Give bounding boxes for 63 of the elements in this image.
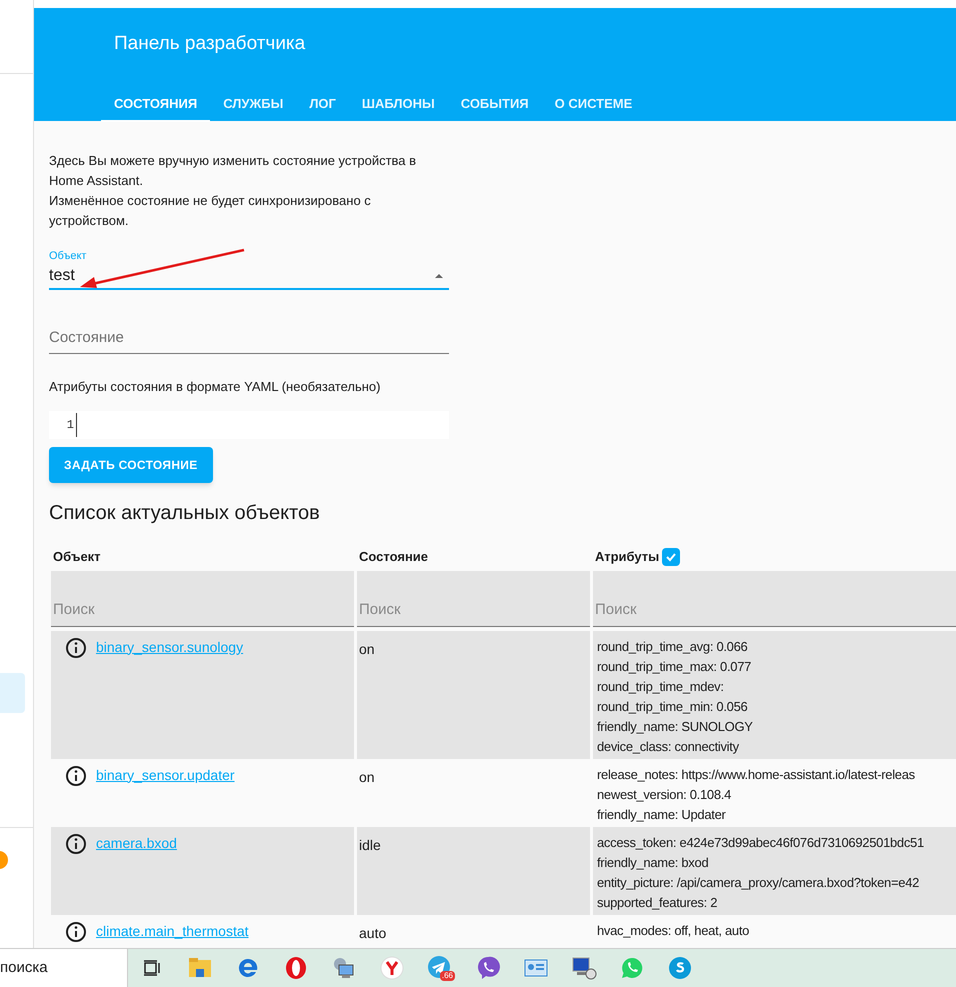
yaml-label: Атрибуты состояния в формате YAML (необязательно) (49, 378, 382, 396)
attribute-text: friendly_name: bxod (597, 854, 710, 872)
entity-link[interactable]: binary_sensor.sunology (96, 636, 244, 656)
column-header: Состояние (358, 548, 428, 566)
state-value: on (359, 640, 375, 656)
checkmark-icon (665, 550, 678, 562)
task-view-icon[interactable] (142, 958, 162, 978)
opera-icon[interactable] (284, 956, 308, 980)
entity-link[interactable]: climate.main_thermostat (96, 920, 249, 940)
remote-desktop-icon[interactable] (571, 956, 597, 980)
tab[interactable]: СЛУЖБЫ (210, 84, 296, 122)
attribute-text: round_trip_time_avg: 0.066 (597, 638, 748, 656)
state-value: auto (359, 924, 386, 940)
state-field[interactable]: Состояние (49, 326, 449, 354)
line-number: 1 (66, 416, 75, 434)
intro-text: Изменённое состояние не будет синхронизировано с устройством. (49, 192, 372, 230)
attribute-text: friendly_name: SUNOLOGY (597, 718, 754, 736)
attribute-text: device_class: connectivity (597, 738, 740, 756)
attribute-text: newest_version: 0.108.4 (597, 786, 732, 804)
entity-link[interactable]: camera.bxod (96, 832, 177, 852)
attribute-text: supported_features: 2 (597, 894, 718, 912)
entity-field[interactable]: Объект test (49, 248, 449, 290)
yandex-browser-icon[interactable] (380, 956, 404, 980)
info-icon[interactable] (65, 920, 87, 942)
tab[interactable]: ШАБЛОНЫ (348, 84, 448, 122)
intro-text: Здесь Вы можете вручную изменить состояние устройства в Home Assistant. (49, 152, 418, 190)
skype-icon[interactable] (668, 956, 692, 980)
page-title: Панель разработчика (114, 32, 306, 56)
attribute-text: release_notes: https://www.home-assistant.io/latest-releas (597, 766, 916, 784)
edge-icon[interactable] (237, 957, 259, 979)
notification-count: .66 (440, 971, 455, 981)
contact-card-icon[interactable] (524, 958, 548, 978)
attribute-text: entity_picture: /api/camera_proxy/camera.bxod?token=e42 (597, 874, 920, 892)
attribute-text: friendly_name: Updater (597, 806, 727, 824)
attribute-text: hvac_modes: off, heat, auto (597, 922, 750, 940)
state-value: idle (359, 836, 381, 852)
section-title: Список актуальных объектов (49, 500, 321, 526)
attributes-checkbox[interactable] (662, 548, 680, 566)
set-state-button[interactable]: ЗАДАТЬ СОСТОЯНИЕ (49, 446, 213, 482)
attribute-text: round_trip_time_min: 0.056 (597, 698, 748, 716)
attribute-text: round_trip_time_max: 0.077 (597, 658, 752, 676)
column-header: Атрибуты (594, 548, 660, 566)
telegram-icon[interactable]: .66 (427, 955, 453, 981)
entity-link[interactable]: binary_sensor.updater (96, 764, 235, 784)
search-field[interactable]: Поиск (593, 570, 956, 626)
search-field[interactable]: Поиск (51, 570, 354, 626)
info-icon[interactable] (65, 636, 87, 658)
taskbar-search[interactable]: поиска (0, 949, 128, 987)
attribute-text: access_token: e424e73d99abec46f076d7310692501bdc51 (597, 834, 925, 852)
dropdown-caret-icon[interactable] (434, 272, 444, 278)
folder-icon[interactable] (188, 957, 212, 979)
viber-icon[interactable] (476, 956, 500, 980)
search-field[interactable]: Поиск (357, 570, 590, 626)
state-value: on (359, 768, 375, 784)
attribute-text: round_trip_time_mdev: (597, 678, 725, 696)
tab[interactable]: ЛОГ (296, 84, 349, 122)
column-header: Объект (52, 548, 101, 566)
info-icon[interactable] (65, 832, 87, 854)
tab[interactable]: О СИСТЕМЕ (542, 84, 646, 122)
yaml-editor[interactable]: 1 (49, 410, 449, 438)
tab[interactable]: СОБЫТИЯ (448, 84, 542, 122)
info-icon[interactable] (65, 764, 87, 786)
tab[interactable]: СОСТОЯНИЯ (101, 84, 210, 122)
